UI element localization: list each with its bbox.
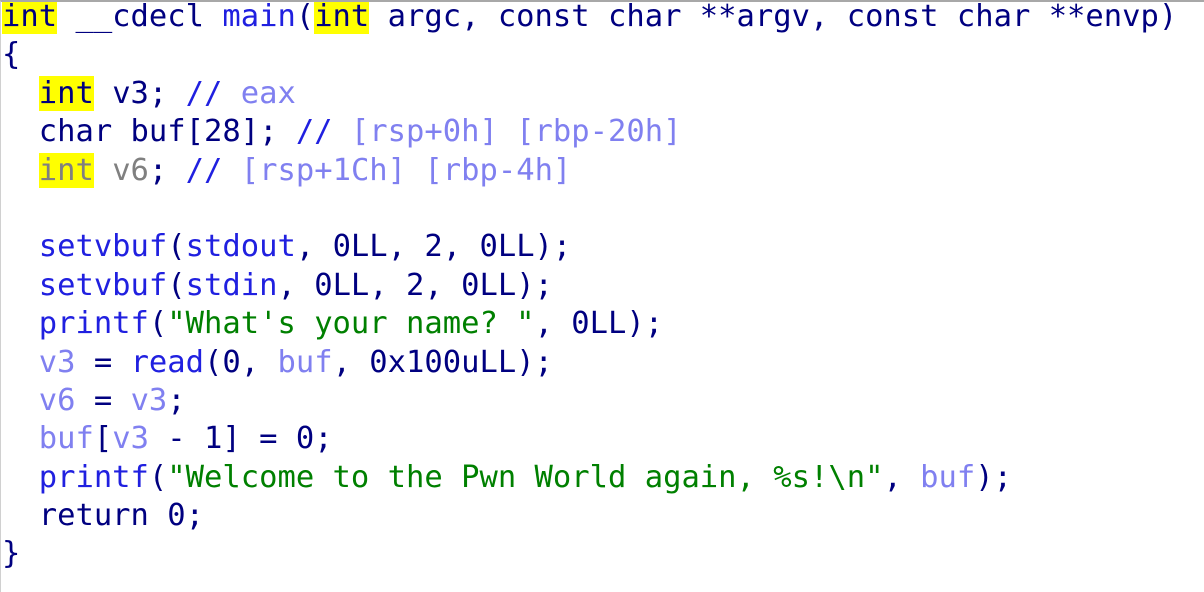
code-token-punct[interactable] [2, 229, 39, 264]
code-token-punct[interactable]: return 0; [2, 498, 204, 533]
code-token-punct[interactable]: [ [94, 421, 112, 456]
code-token-punct[interactable]: v3; [94, 76, 186, 111]
code-line[interactable]: v3 = read(0, buf, 0x100uLL); [1, 344, 1204, 382]
code-token-libfunc[interactable]: setvbuf [39, 229, 168, 264]
code-line[interactable]: setvbuf(stdout, 0LL, 2, 0LL); [1, 228, 1204, 266]
code-line[interactable]: } [1, 535, 1204, 573]
code-token-lvar[interactable]: v3 [39, 345, 76, 380]
code-line[interactable]: { [1, 36, 1204, 74]
code-token-libfunc[interactable]: read [131, 345, 204, 380]
code-token-libfunc[interactable]: printf [39, 306, 149, 341]
code-token-func[interactable]: main [222, 2, 295, 34]
code-token-punct[interactable]: = [75, 345, 130, 380]
code-token-keyword-unused[interactable]: int [38, 152, 94, 188]
code-token-punct[interactable] [2, 153, 39, 188]
code-token-lvar[interactable]: buf [920, 460, 975, 495]
code-token-punct[interactable]: argc, const char **argv, const char **en… [369, 2, 1178, 34]
code-token-global[interactable]: stdout [186, 229, 296, 264]
code-token-punct[interactable]: ( [167, 268, 185, 303]
code-token-punct[interactable] [2, 268, 39, 303]
code-line[interactable]: buf[v3 - 1] = 0; [1, 420, 1204, 458]
code-token-punct[interactable]: char buf[28]; [2, 114, 296, 149]
code-line[interactable]: char buf[28]; // [rsp+0h] [rbp-20h] [1, 113, 1204, 151]
code-line[interactable]: setvbuf(stdin, 0LL, 2, 0LL); [1, 267, 1204, 305]
code-token-lvar[interactable]: buf [277, 345, 332, 380]
code-token-punct[interactable] [2, 345, 39, 380]
code-line[interactable]: v6 = v3; [1, 382, 1204, 420]
code-token-comment[interactable]: [rsp+0h] [rbp-20h] [333, 114, 682, 149]
code-token-comment[interactable]: eax [222, 76, 296, 111]
code-token-punct[interactable]: - 1] = 0; [149, 421, 332, 456]
code-token-comment-slash[interactable]: // [186, 76, 223, 111]
code-line[interactable]: int __cdecl main(int argc, const char **… [1, 2, 1204, 36]
code-token-keyword[interactable]: int [314, 2, 370, 34]
code-token-lvar[interactable]: v3 [131, 383, 168, 418]
code-token-lvar-unused[interactable]: v6 [94, 153, 149, 188]
code-token-punct[interactable]: , 0LL, 2, 0LL); [296, 229, 571, 264]
code-line[interactable]: int v3; // eax [1, 75, 1204, 113]
code-token-comment[interactable]: [rsp+1Ch] [rbp-4h] [222, 153, 572, 188]
code-line[interactable]: int v6; // [rsp+1Ch] [rbp-4h] [1, 152, 1204, 190]
code-token-punct[interactable]: = [75, 383, 130, 418]
code-token-global[interactable]: stdin [186, 268, 278, 303]
code-token-punct[interactable]: ( [149, 306, 167, 341]
code-token-punct[interactable]: __cdecl [57, 2, 222, 34]
code-token-punct[interactable]: , 0LL, 2, 0LL); [277, 268, 552, 303]
code-token-punct[interactable] [2, 76, 39, 111]
code-token-comment-slash[interactable]: // [296, 114, 333, 149]
code-line[interactable] [1, 190, 1204, 228]
code-token-string[interactable]: "What's your name? " [167, 306, 534, 341]
code-token-comment-slash[interactable]: // [186, 153, 223, 188]
code-token-string[interactable]: "Welcome to the Pwn World again, %s!\n" [167, 460, 883, 495]
code-token-punct[interactable] [2, 460, 39, 495]
code-token-keyword[interactable]: int [38, 75, 94, 111]
code-line[interactable]: printf("Welcome to the Pwn World again, … [1, 459, 1204, 497]
code-token-punct[interactable]: } [2, 536, 20, 571]
code-token-lvar[interactable]: v6 [39, 383, 76, 418]
code-token-keyword[interactable]: int [2, 2, 58, 34]
code-line[interactable]: printf("What's your name? ", 0LL); [1, 305, 1204, 343]
code-token-punct[interactable]: { [2, 37, 20, 72]
code-token-punct[interactable]: ); [975, 460, 1012, 495]
code-token-punct[interactable]: ( [296, 2, 314, 34]
code-token-punct[interactable]: ; [167, 383, 185, 418]
code-token-punct[interactable]: , 0LL); [535, 306, 664, 341]
code-token-punct[interactable] [2, 383, 39, 418]
code-token-punct[interactable]: , [883, 460, 920, 495]
code-token-punct[interactable]: ( [149, 460, 167, 495]
code-token-punct[interactable] [2, 421, 39, 456]
code-token-lvar[interactable]: buf [39, 421, 94, 456]
code-token-punct[interactable] [2, 306, 39, 341]
code-token-lvar[interactable]: v3 [112, 421, 149, 456]
code-token-libfunc[interactable]: setvbuf [39, 268, 168, 303]
code-token-punct[interactable]: ; [149, 153, 167, 188]
code-token-punct[interactable]: (0, [204, 345, 277, 380]
code-token-punct[interactable] [167, 153, 185, 188]
code-listing[interactable]: int __cdecl main(int argc, const char **… [1, 2, 1204, 574]
code-token-punct[interactable]: , 0x100uLL); [333, 345, 553, 380]
code-line[interactable]: return 0; [1, 497, 1204, 535]
pseudocode-view[interactable]: int __cdecl main(int argc, const char **… [0, 0, 1204, 592]
code-token-punct[interactable]: ( [167, 229, 185, 264]
code-token-libfunc[interactable]: printf [39, 460, 149, 495]
